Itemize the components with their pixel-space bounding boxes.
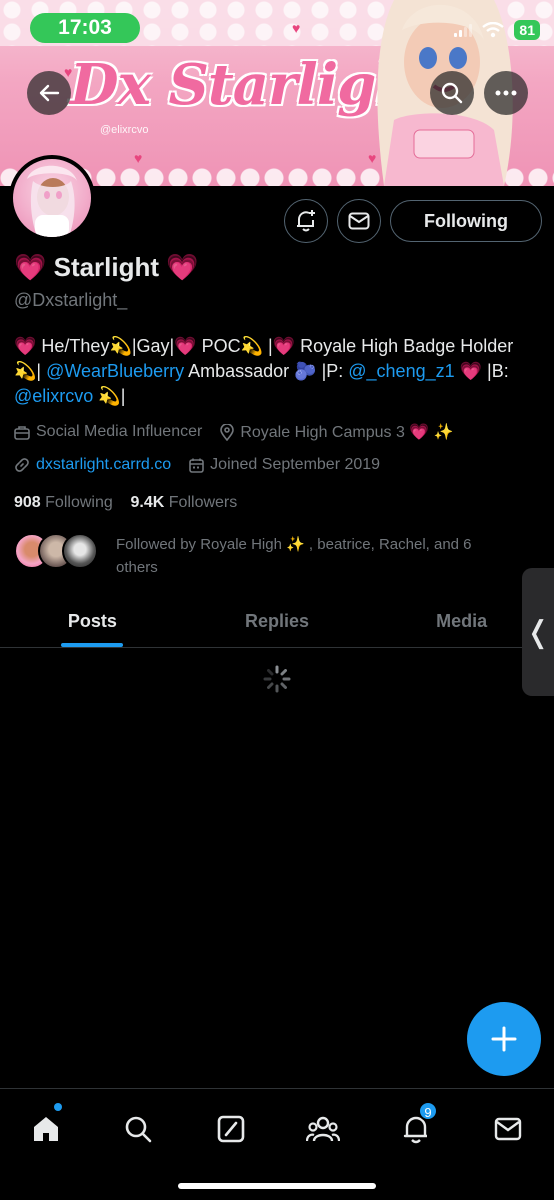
back-button[interactable] xyxy=(27,71,71,115)
profile-website[interactable]: dxstarlight.carrd.co xyxy=(14,456,171,474)
profile-location-text: Royale High Campus 3 💗 ✨ xyxy=(240,424,454,441)
profile-location: Royale High Campus 3 💗 ✨ xyxy=(220,422,454,442)
nav-messages[interactable] xyxy=(488,1109,528,1149)
nav-notifications[interactable]: 9 xyxy=(396,1101,438,1149)
signal-icon xyxy=(454,23,473,37)
arrow-left-icon xyxy=(39,84,60,102)
home-notification-dot xyxy=(54,1103,62,1111)
compose-post-button[interactable] xyxy=(467,1002,541,1076)
followed-by-section[interactable]: Followed by Royale High ✨ , beatrice, Ra… xyxy=(14,533,506,579)
location-pin-icon xyxy=(220,423,235,441)
nav-search[interactable] xyxy=(118,1109,158,1149)
envelope-icon xyxy=(348,212,370,230)
profile-bio: 💗 He/They💫|Gay|💗 POC💫 |💗 Royale High Bad… xyxy=(14,334,540,409)
status-icons: 81 xyxy=(454,20,540,40)
profile-meta-row-2: dxstarlight.carrd.co Joined September 20… xyxy=(14,456,398,474)
home-indicator[interactable] xyxy=(178,1183,376,1189)
more-options-button[interactable] xyxy=(484,71,528,115)
profile-website-link[interactable]: dxstarlight.carrd.co xyxy=(36,456,171,474)
more-dots-icon xyxy=(495,90,517,96)
profile-joined: Joined September 2019 xyxy=(189,456,380,474)
link-icon xyxy=(15,458,29,472)
following-button[interactable]: Following xyxy=(390,200,542,242)
bio-mention-link[interactable]: @elixrcvo xyxy=(14,386,93,406)
nav-grok[interactable] xyxy=(211,1109,251,1149)
message-button[interactable] xyxy=(337,199,381,243)
search-icon xyxy=(441,82,463,104)
profile-tabs: Posts Replies Media xyxy=(0,596,554,648)
following-label: Following xyxy=(45,494,113,511)
home-icon xyxy=(34,1117,58,1141)
profile-avatar[interactable] xyxy=(9,155,95,241)
tab-replies[interactable]: Replies xyxy=(185,596,370,647)
followers-label: Followers xyxy=(168,494,238,511)
notifications-count-badge: 9 xyxy=(418,1101,438,1121)
banner-credit: @elixrcvo xyxy=(100,124,149,136)
bio-text: 💫| xyxy=(93,386,126,406)
profile-category-text: Social Media Influencer xyxy=(36,423,203,440)
heart-decoration-icon: ♥ xyxy=(292,20,301,36)
search-icon xyxy=(125,1116,152,1143)
followers-count: 9.4K xyxy=(130,494,165,511)
nav-communities[interactable] xyxy=(303,1109,343,1149)
followed-by-text: Followed by Royale High ✨ , beatrice, Ra… xyxy=(116,536,472,576)
side-panel-handle[interactable]: ❬ xyxy=(522,568,554,696)
wifi-icon xyxy=(482,22,505,38)
follower-avatar xyxy=(62,533,98,569)
profile-category: Social Media Influencer xyxy=(14,423,202,441)
loading-spinner-icon xyxy=(263,665,291,693)
followers-count-link[interactable]: 9.4K Followers xyxy=(131,494,238,511)
bio-mention-link[interactable]: @WearBlueberry xyxy=(46,361,184,381)
following-count: 908 xyxy=(14,494,41,511)
communities-icon xyxy=(306,1116,340,1142)
notify-subscribe-button[interactable] xyxy=(284,199,328,243)
profile-handle: @Dxstarlight_ xyxy=(14,290,128,310)
bio-text: Ambassador 🫐 |P: xyxy=(184,361,349,381)
avatar-image xyxy=(27,165,77,237)
grok-icon xyxy=(217,1115,245,1143)
search-button[interactable] xyxy=(430,71,474,115)
briefcase-icon xyxy=(14,425,30,440)
nav-home[interactable] xyxy=(26,1103,66,1149)
profile-joined-text: Joined September 2019 xyxy=(210,456,381,473)
following-count-link[interactable]: 908 Following xyxy=(14,494,113,511)
plus-icon xyxy=(491,1026,517,1052)
profile-meta-row-1: Social Media Influencer Royale High Camp… xyxy=(14,422,472,442)
bell-plus-icon xyxy=(297,210,315,232)
bio-mention-link[interactable]: @_cheng_z1 xyxy=(348,361,454,381)
profile-name: 💗 Starlight 💗 xyxy=(14,252,199,282)
bio-text: 💫| xyxy=(14,361,42,381)
heart-decoration-icon: ♥ xyxy=(134,150,143,166)
battery-indicator: 81 xyxy=(514,20,540,40)
status-time: 17:03 xyxy=(30,13,140,43)
follow-counts: 908 Following 9.4K Followers xyxy=(14,494,237,512)
bio-text: 💗 |B: xyxy=(454,361,509,381)
envelope-icon xyxy=(494,1117,522,1141)
tab-posts[interactable]: Posts xyxy=(0,596,185,647)
calendar-icon xyxy=(189,458,204,473)
bio-text: 💗 He/They💫|Gay|💗 POC💫 |💗 Royale High Bad… xyxy=(14,336,514,356)
